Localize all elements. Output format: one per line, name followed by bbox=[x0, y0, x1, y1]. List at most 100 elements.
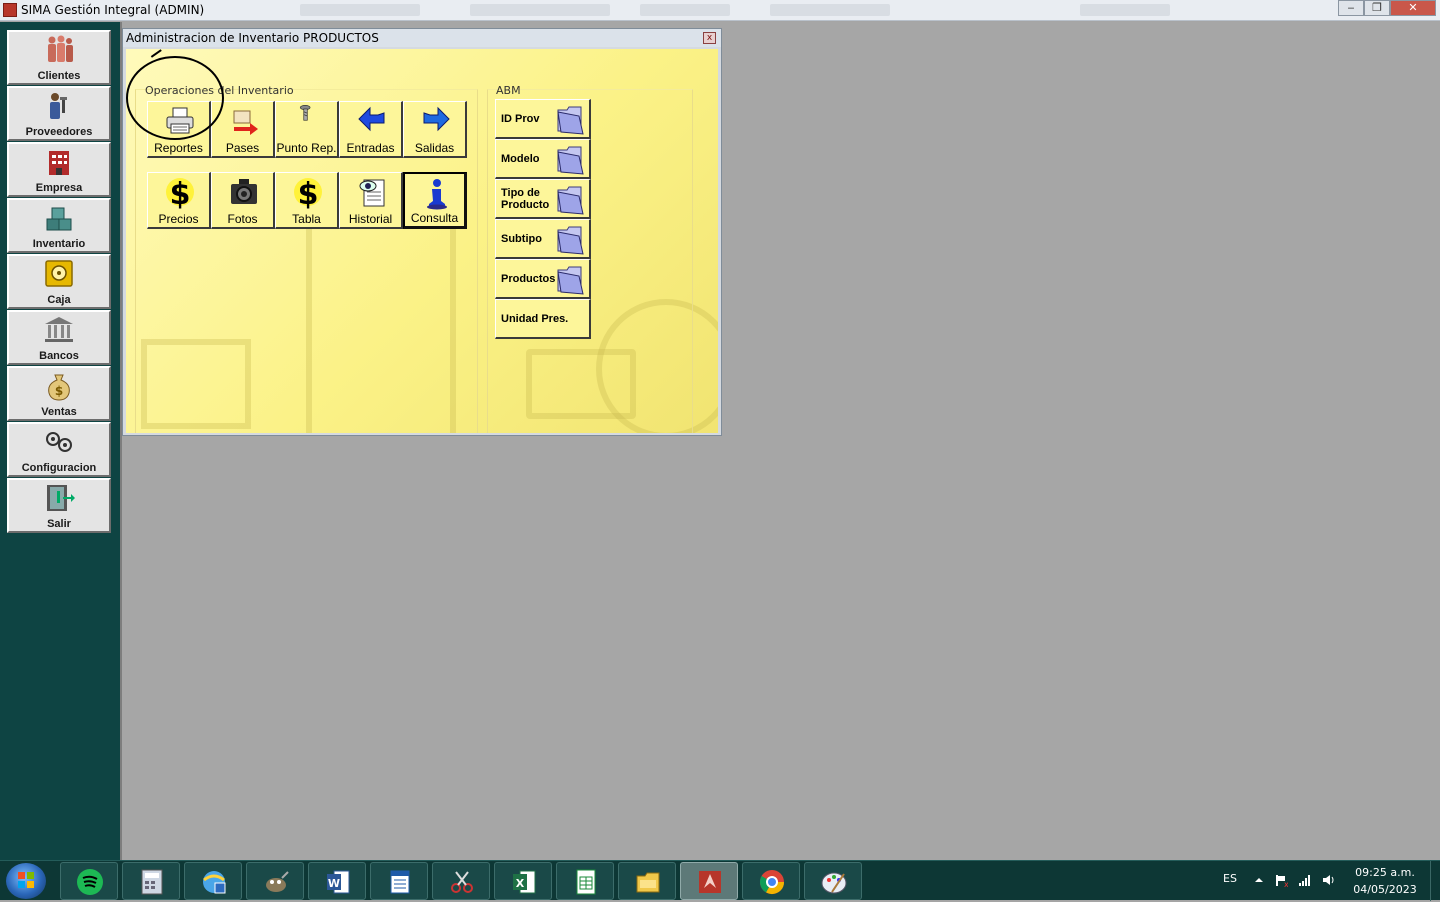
sidebar-item-label: Ventas bbox=[41, 406, 77, 418]
sidebar-item-label: Proveedores bbox=[25, 126, 93, 138]
tabla-button[interactable]: $ Tabla bbox=[275, 172, 339, 229]
svg-text:X: X bbox=[516, 877, 525, 890]
punto-rep-button[interactable]: Punto Rep. bbox=[275, 101, 339, 158]
button-label: Pases bbox=[225, 141, 260, 155]
dollar-sign-icon: $ bbox=[166, 177, 194, 210]
spreadsheet-icon bbox=[576, 869, 596, 895]
sidebar-item-ventas[interactable]: $ Ventas bbox=[7, 366, 111, 421]
folder-icon bbox=[557, 106, 584, 135]
background-tab bbox=[300, 4, 420, 16]
taskbar-sima[interactable] bbox=[680, 862, 738, 900]
show-desktop-button[interactable] bbox=[1430, 861, 1440, 901]
app-logo-icon bbox=[3, 3, 17, 17]
info-person-icon bbox=[427, 179, 447, 210]
sidebar-item-bancos[interactable]: Bancos bbox=[7, 310, 111, 365]
sidebar-item-salir[interactable]: Salir bbox=[7, 478, 111, 533]
taskbar-paint[interactable] bbox=[804, 862, 862, 900]
inventory-window-title-bar: Administracion de Inventario PRODUCTOS x bbox=[123, 29, 721, 47]
button-label: Tabla bbox=[292, 212, 321, 226]
button-label: Salidas bbox=[414, 141, 455, 155]
salidas-button[interactable]: Salidas bbox=[403, 101, 467, 158]
clock-date[interactable]: 04/05/2023 bbox=[1350, 883, 1420, 896]
language-indicator[interactable]: ES bbox=[1223, 872, 1237, 885]
taskbar-calculator[interactable] bbox=[122, 862, 180, 900]
taskbar-excel[interactable]: X bbox=[494, 862, 552, 900]
fotos-button[interactable]: Fotos bbox=[211, 172, 275, 229]
close-button[interactable]: ✕ bbox=[1390, 0, 1436, 16]
excel-icon: X bbox=[513, 870, 536, 894]
precios-button[interactable]: $ Precios bbox=[147, 172, 211, 229]
folder-icon bbox=[557, 146, 584, 175]
inventory-window-close-button[interactable]: x bbox=[703, 32, 716, 44]
button-label: Fotos bbox=[227, 212, 258, 226]
abm-unidad-pres-button[interactable]: Unidad Pres. bbox=[495, 299, 591, 339]
action-center-flag-icon[interactable]: x bbox=[1274, 873, 1288, 887]
taskbar-internet-explorer[interactable] bbox=[184, 862, 242, 900]
app-title-bar: SIMA Gestión Integral (ADMIN) ‒ ❐ ✕ bbox=[0, 0, 1440, 21]
historial-button[interactable]: Historial bbox=[339, 172, 403, 229]
inventory-window-title: Administracion de Inventario PRODUCTOS bbox=[126, 31, 379, 45]
abm-id-prov-button[interactable]: ID Prov bbox=[495, 99, 591, 139]
abm-subtipo-button[interactable]: Subtipo bbox=[495, 219, 591, 259]
folder-icon bbox=[557, 226, 584, 255]
taskbar-file-explorer[interactable] bbox=[618, 862, 676, 900]
sidebar-item-label: Empresa bbox=[35, 182, 83, 194]
screw-icon bbox=[299, 105, 311, 121]
annotation-circle bbox=[126, 56, 224, 140]
suppliers-icon bbox=[50, 93, 67, 119]
svg-text:$: $ bbox=[55, 384, 63, 398]
settings-icon bbox=[46, 432, 72, 452]
background-tab bbox=[640, 4, 730, 16]
arrow-right-icon bbox=[423, 106, 450, 132]
button-label: Unidad Pres. bbox=[501, 313, 569, 325]
show-hidden-icons-icon[interactable] bbox=[1252, 873, 1266, 887]
background-tab bbox=[470, 4, 610, 16]
sima-app-icon bbox=[699, 871, 721, 893]
start-button[interactable] bbox=[6, 863, 46, 899]
taskbar-gimp[interactable] bbox=[246, 862, 304, 900]
folder-icon bbox=[557, 186, 584, 215]
sidebar-item-caja[interactable]: Caja bbox=[7, 254, 111, 309]
volume-icon[interactable] bbox=[1322, 873, 1336, 887]
taskbar-spreadsheet[interactable] bbox=[556, 862, 614, 900]
scissors-icon bbox=[451, 871, 473, 893]
taskbar-snipping-tool[interactable] bbox=[432, 862, 490, 900]
sidebar-item-inventario[interactable]: Inventario bbox=[7, 198, 111, 253]
button-label: Subtipo bbox=[501, 233, 542, 245]
sidebar-item-empresa[interactable]: Empresa bbox=[7, 142, 111, 197]
entradas-button[interactable]: Entradas bbox=[339, 101, 403, 158]
minimize-button[interactable]: ‒ bbox=[1338, 0, 1364, 16]
windows-taskbar: W X ES x 09:25 a.m. 04/05/2023 bbox=[0, 860, 1440, 901]
taskbar-word[interactable]: W bbox=[308, 862, 366, 900]
button-label: Punto Rep. bbox=[276, 141, 337, 155]
background-tab bbox=[1080, 4, 1170, 16]
sidebar-item-configuracion[interactable]: Configuracion bbox=[7, 422, 111, 477]
notepad-icon bbox=[390, 870, 410, 894]
sidebar-item-clientes[interactable]: Clientes bbox=[7, 30, 111, 85]
sidebar-item-label: Salir bbox=[47, 518, 71, 530]
button-label: Consulta bbox=[410, 211, 459, 225]
clock-time[interactable]: 09:25 a.m. bbox=[1350, 866, 1420, 879]
calculator-icon bbox=[141, 869, 163, 895]
taskbar-spotify[interactable] bbox=[60, 862, 118, 900]
sidebar-item-proveedores[interactable]: Proveedores bbox=[7, 86, 111, 141]
maximize-button[interactable]: ❐ bbox=[1364, 0, 1390, 16]
bank-icon bbox=[45, 317, 73, 342]
button-label: Reportes bbox=[154, 141, 203, 155]
spotify-icon bbox=[77, 869, 103, 895]
svg-text:W: W bbox=[328, 877, 340, 890]
background-tab bbox=[770, 4, 890, 16]
exit-door-icon bbox=[47, 485, 75, 511]
network-signal-icon[interactable] bbox=[1298, 873, 1312, 887]
transfer-box-icon bbox=[233, 110, 258, 135]
taskbar-chrome[interactable] bbox=[742, 862, 800, 900]
taskbar-notepad[interactable] bbox=[370, 862, 428, 900]
abm-productos-button[interactable]: Productos bbox=[495, 259, 591, 299]
abm-tipo-producto-button[interactable]: Tipo de Producto bbox=[495, 179, 591, 219]
building-icon bbox=[49, 151, 69, 175]
button-label: Productos bbox=[501, 273, 556, 285]
money-bag-icon: $ bbox=[48, 374, 70, 401]
abm-modelo-button[interactable]: Modelo bbox=[495, 139, 591, 179]
svg-text:x: x bbox=[1284, 880, 1288, 887]
consulta-button[interactable]: Consulta bbox=[403, 172, 467, 229]
